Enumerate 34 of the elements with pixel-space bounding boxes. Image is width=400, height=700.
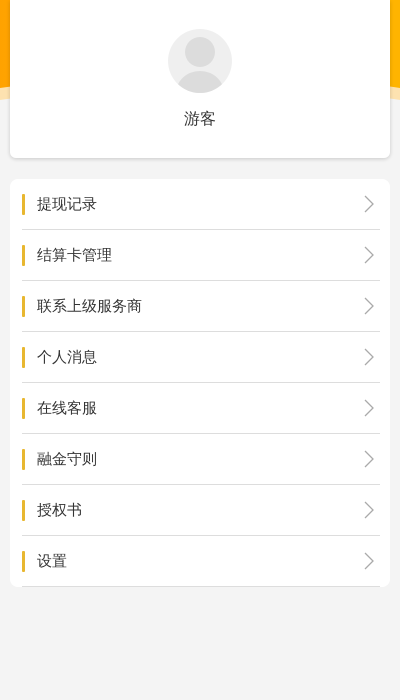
menu-item[interactable]: 个人消息 (22, 332, 380, 383)
menu-label: 在线客服 (37, 398, 98, 418)
accent-bar (22, 194, 25, 214)
accent-bar (22, 448, 25, 470)
menu-label: 联系上级服务商 (37, 296, 143, 316)
menu-label: 结算卡管理 (37, 246, 113, 264)
accent-bar (22, 500, 25, 520)
menu-item[interactable]: 授权书 (22, 485, 380, 536)
menu-item[interactable]: 联系上级服务商 (22, 281, 380, 332)
menu-label: 设置 (37, 552, 68, 570)
accent-bar (22, 244, 25, 266)
menu-label: 个人消息 (37, 348, 98, 366)
menu-item[interactable]: 在线客服 (22, 383, 380, 434)
accent-bar (22, 398, 25, 418)
chevron-icon (364, 348, 374, 366)
chevron-icon (364, 195, 374, 213)
menu-label: 授权书 (37, 500, 83, 520)
chevron-icon (364, 246, 374, 264)
accent-bar (22, 296, 25, 316)
menu-label: 融金守则 (37, 450, 98, 468)
accent-bar (22, 550, 25, 572)
menu-item[interactable]: 设置 (22, 536, 380, 587)
chevron-icon (364, 297, 374, 315)
chevron-icon (364, 399, 374, 417)
accent-bar (22, 346, 25, 368)
chevron-icon (364, 552, 374, 570)
chevron-icon (364, 501, 374, 519)
user-name: 游客 (184, 109, 216, 130)
avatar-icon (168, 29, 232, 93)
menu-item[interactable]: 提现记录 (22, 179, 380, 230)
chevron-icon (364, 450, 374, 468)
menu-item[interactable]: 融金守则 (22, 434, 380, 485)
menu-label: 提现记录 (37, 194, 98, 214)
menu-item[interactable]: 结算卡管理 (22, 230, 380, 281)
